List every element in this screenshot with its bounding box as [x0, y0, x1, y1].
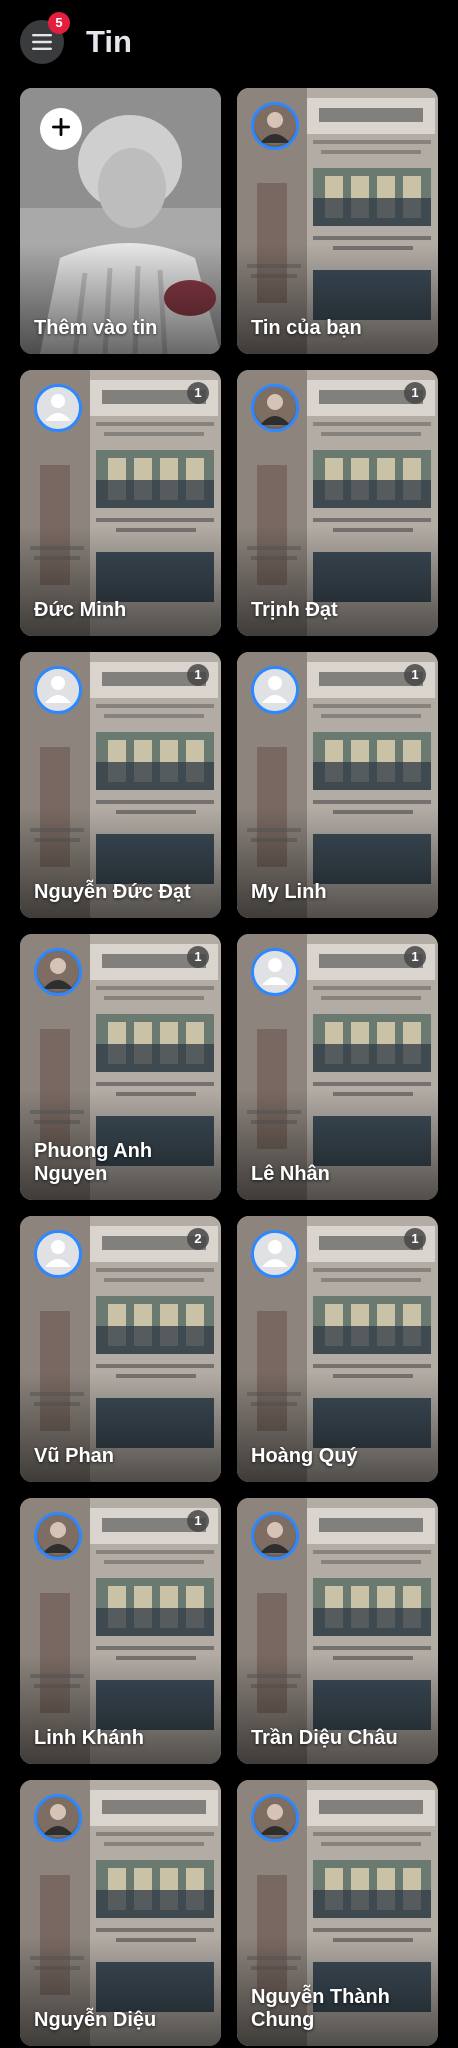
story-count-badge: 1	[404, 1228, 426, 1250]
story-card[interactable]: Nguyễn Diệu	[20, 1780, 221, 2046]
story-count-badge: 2	[187, 1228, 209, 1250]
avatar	[34, 1512, 82, 1560]
default-avatar-icon	[254, 669, 296, 711]
profile-photo-icon	[254, 105, 296, 147]
default-avatar-icon	[37, 669, 79, 711]
story-owner-name: Vũ Phan	[34, 1445, 115, 1467]
top-bar: 5 Tin	[0, 0, 458, 84]
create-story-label: Thêm vào tin	[34, 317, 158, 339]
story-count-badge: 1	[404, 664, 426, 686]
profile-photo-icon	[37, 951, 79, 993]
story-owner-name: Linh Khánh	[34, 1727, 144, 1749]
stories-grid: Thêm vào tin Tin của bạn 1 Đức Minh 1 Trịnh …	[20, 88, 438, 2046]
avatar	[251, 948, 299, 996]
story-card[interactable]: 1 Trịnh Đạt	[237, 370, 438, 636]
story-card[interactable]: Tin của bạn	[237, 88, 438, 354]
avatar	[34, 1230, 82, 1278]
default-avatar-icon	[37, 1233, 79, 1275]
story-owner-name: Nguyễn Diệu	[34, 2009, 157, 2031]
story-count-badge: 1	[187, 946, 209, 968]
profile-photo-icon	[254, 1797, 296, 1839]
avatar	[34, 666, 82, 714]
notification-badge: 5	[48, 12, 70, 34]
story-owner-name: Nguyễn Thành Chung	[251, 1986, 390, 2031]
story-owner-name: Hoàng Quý	[251, 1445, 358, 1467]
profile-photo-icon	[37, 1515, 79, 1557]
page-title: Tin	[86, 24, 132, 59]
avatar	[251, 102, 299, 150]
story-owner-name: Lê Nhân	[251, 1163, 330, 1185]
hamburger-menu-icon	[32, 34, 52, 50]
story-card[interactable]: 1 Nguyễn Đức Đạt	[20, 652, 221, 918]
default-avatar-icon	[254, 951, 296, 993]
profile-photo-icon	[37, 1797, 79, 1839]
story-card[interactable]: 2 Vũ Phan	[20, 1216, 221, 1482]
avatar	[251, 1794, 299, 1842]
story-card[interactable]: 1 Đức Minh	[20, 370, 221, 636]
avatar	[251, 1230, 299, 1278]
create-story-card[interactable]: Thêm vào tin	[20, 88, 221, 354]
story-count-badge: 1	[187, 1510, 209, 1532]
story-owner-name: Trịnh Đạt	[251, 599, 338, 621]
story-card[interactable]: 1 My Linh	[237, 652, 438, 918]
add-story-button[interactable]	[40, 108, 82, 150]
avatar	[251, 384, 299, 432]
story-card[interactable]: 1 Lê Nhân	[237, 934, 438, 1200]
default-avatar-icon	[254, 1233, 296, 1275]
story-count-badge: 1	[404, 946, 426, 968]
avatar	[34, 384, 82, 432]
avatar	[34, 1794, 82, 1842]
story-owner-name: Tin của bạn	[251, 317, 362, 339]
story-card[interactable]: Trần Diệu Châu	[237, 1498, 438, 1764]
story-count-badge: 1	[187, 382, 209, 404]
profile-photo-icon	[254, 1515, 296, 1557]
story-count-badge: 1	[404, 382, 426, 404]
story-card[interactable]: 1 Phuong Anh Nguyen	[20, 934, 221, 1200]
story-card[interactable]: 1 Hoàng Quý	[237, 1216, 438, 1482]
story-owner-name: Phuong Anh Nguyen	[34, 1140, 153, 1185]
story-owner-name: Đức Minh	[34, 599, 127, 621]
story-card[interactable]: 1 Linh Khánh	[20, 1498, 221, 1764]
story-card[interactable]: Nguyễn Thành Chung	[237, 1780, 438, 2046]
avatar	[34, 948, 82, 996]
avatar	[251, 666, 299, 714]
story-owner-name: Nguyễn Đức Đạt	[34, 881, 191, 903]
avatar	[251, 1512, 299, 1560]
profile-photo-icon	[254, 387, 296, 429]
plus-icon	[50, 116, 72, 143]
story-count-badge: 1	[187, 664, 209, 686]
story-owner-name: Trần Diệu Châu	[251, 1727, 398, 1749]
story-owner-name: My Linh	[251, 881, 327, 903]
default-avatar-icon	[37, 387, 79, 429]
